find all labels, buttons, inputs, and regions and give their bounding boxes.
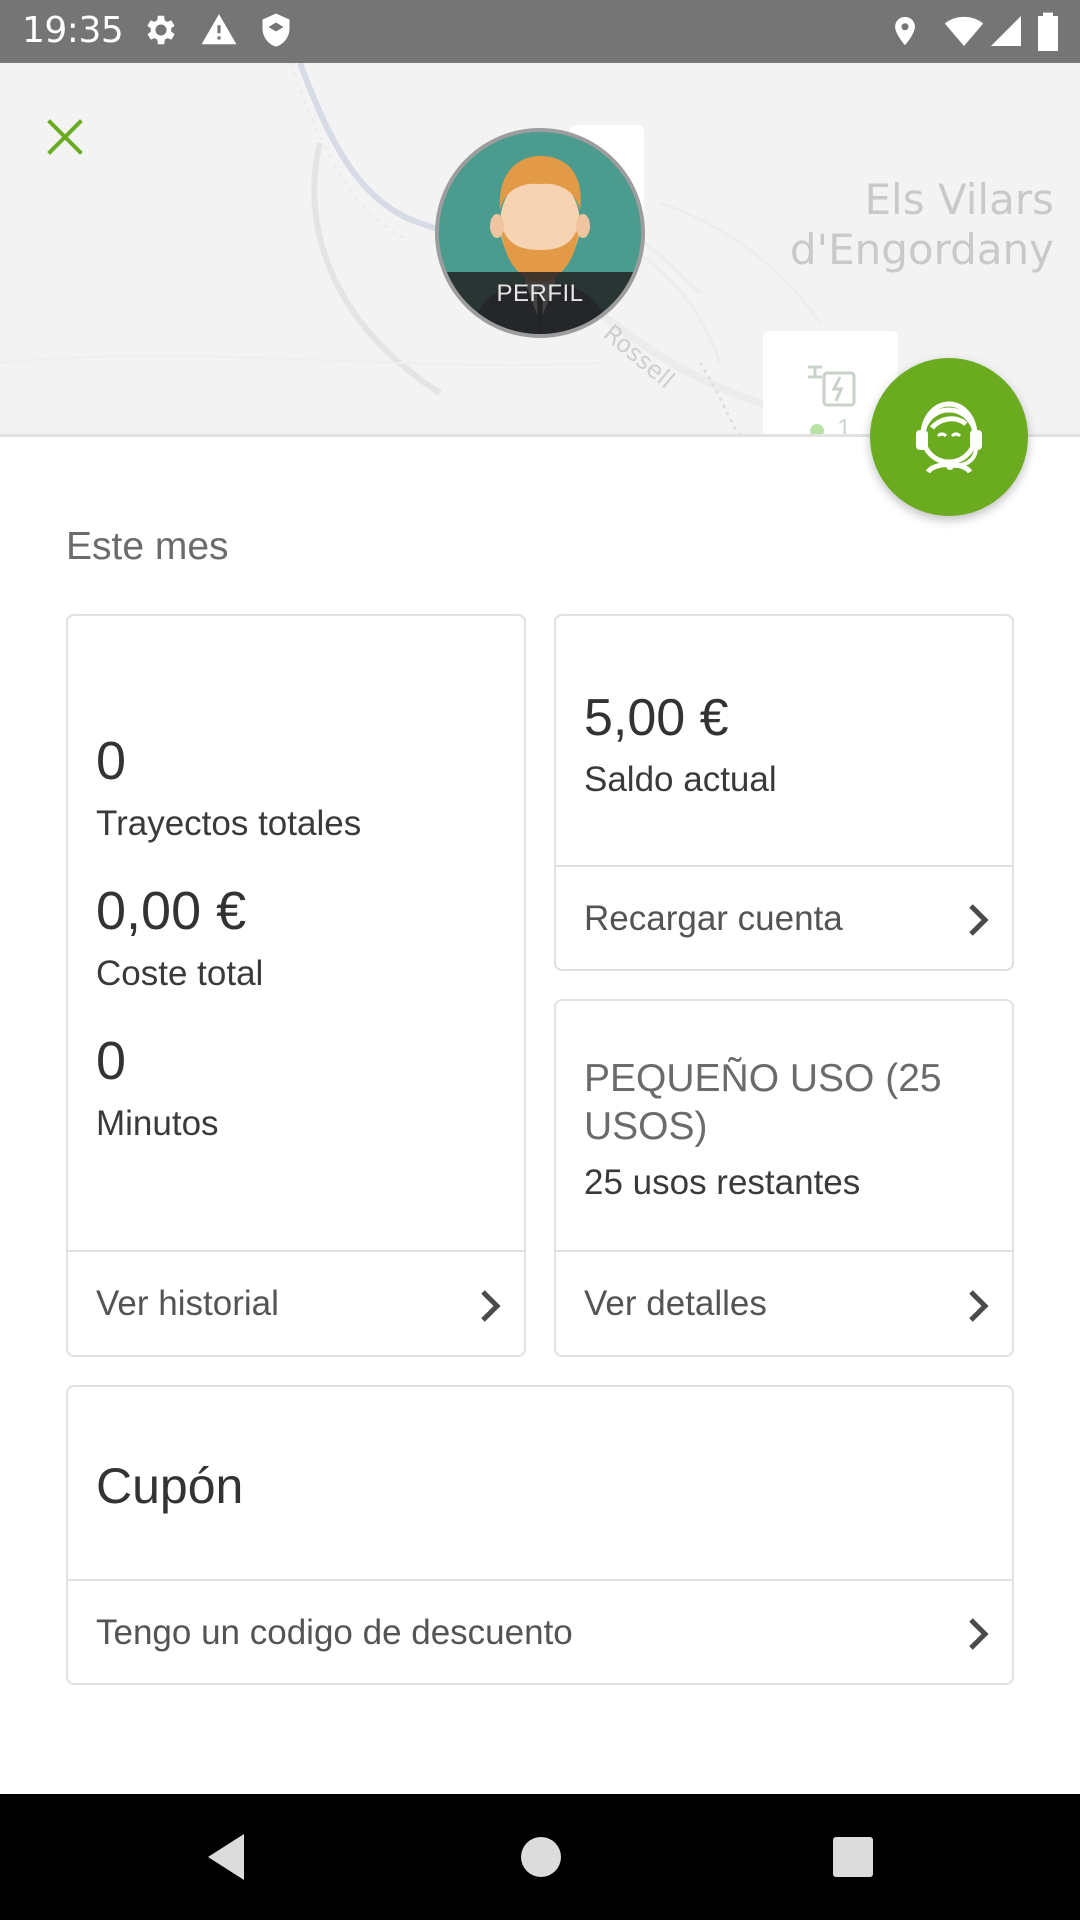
wifi-icon: [944, 16, 984, 46]
poi-count: 1: [837, 413, 852, 436]
cost-value: 0,00 €: [96, 881, 247, 941]
support-button[interactable]: [870, 358, 1028, 516]
recharge-account-label: Recargar cuenta: [584, 899, 843, 938]
view-history-label: Ver historial: [96, 1284, 279, 1323]
recents-nav-icon[interactable]: [826, 1830, 880, 1884]
chevron-right-icon: [969, 1290, 989, 1322]
profile-label: PERFIL: [439, 272, 641, 334]
recharge-account-row[interactable]: Recargar cuenta: [556, 867, 1012, 971]
balance-label: Saldo actual: [584, 760, 777, 799]
gear-icon: [147, 15, 175, 45]
balance-card: 5,00 € Saldo actual Recargar cuenta: [554, 614, 1014, 971]
status-bar: 19:35: [0, 0, 1080, 63]
view-details-row[interactable]: Ver detalles: [556, 1252, 1012, 1357]
coupon-card: Cupón Tengo un codigo de descuento: [66, 1385, 1014, 1685]
location-icon: [895, 16, 915, 46]
warning-icon: [201, 14, 237, 45]
chevron-right-icon: [481, 1290, 501, 1322]
shield-icon: [262, 13, 290, 47]
view-history-row[interactable]: Ver historial: [68, 1252, 524, 1357]
section-title: Este mes: [66, 525, 229, 568]
plan-remaining: 25 usos restantes: [584, 1163, 861, 1202]
discount-code-row[interactable]: Tengo un codigo de descuento: [68, 1581, 1012, 1685]
minutes-label: Minutos: [96, 1104, 219, 1143]
plan-card: PEQUEÑO USO (25 USOS) 25 usos restantes …: [554, 999, 1014, 1357]
view-details-label: Ver detalles: [584, 1284, 767, 1323]
balance-value: 5,00 €: [584, 689, 729, 747]
chevron-right-icon: [969, 904, 989, 936]
profile-avatar[interactable]: PERFIL: [435, 128, 645, 338]
charging-station-icon: [808, 365, 856, 407]
minutes-value: 0: [96, 1031, 127, 1091]
back-nav-icon[interactable]: [200, 1830, 254, 1884]
battery-icon: [1038, 12, 1058, 51]
signal-icon: [991, 16, 1021, 46]
cost-label: Coste total: [96, 954, 264, 993]
chevron-right-icon: [969, 1618, 989, 1650]
trips-label: Trayectos totales: [96, 804, 362, 843]
stats-card: 0 Trayectos totales 0,00 € Coste total 0…: [66, 614, 526, 1357]
plan-name: PEQUEÑO USO (25 USOS): [584, 1057, 942, 1148]
discount-code-label: Tengo un codigo de descuento: [96, 1613, 573, 1652]
status-time: 19:35: [22, 10, 124, 51]
navigation-bar: [0, 1794, 1080, 1920]
close-icon[interactable]: [40, 112, 90, 162]
home-nav-icon[interactable]: [514, 1830, 568, 1884]
support-agent-icon: [916, 401, 982, 474]
trips-value: 0: [96, 731, 127, 791]
map-place-label: Els Vilars d'Engordany: [789, 175, 1054, 274]
coupon-title: Cupón: [96, 1458, 244, 1514]
